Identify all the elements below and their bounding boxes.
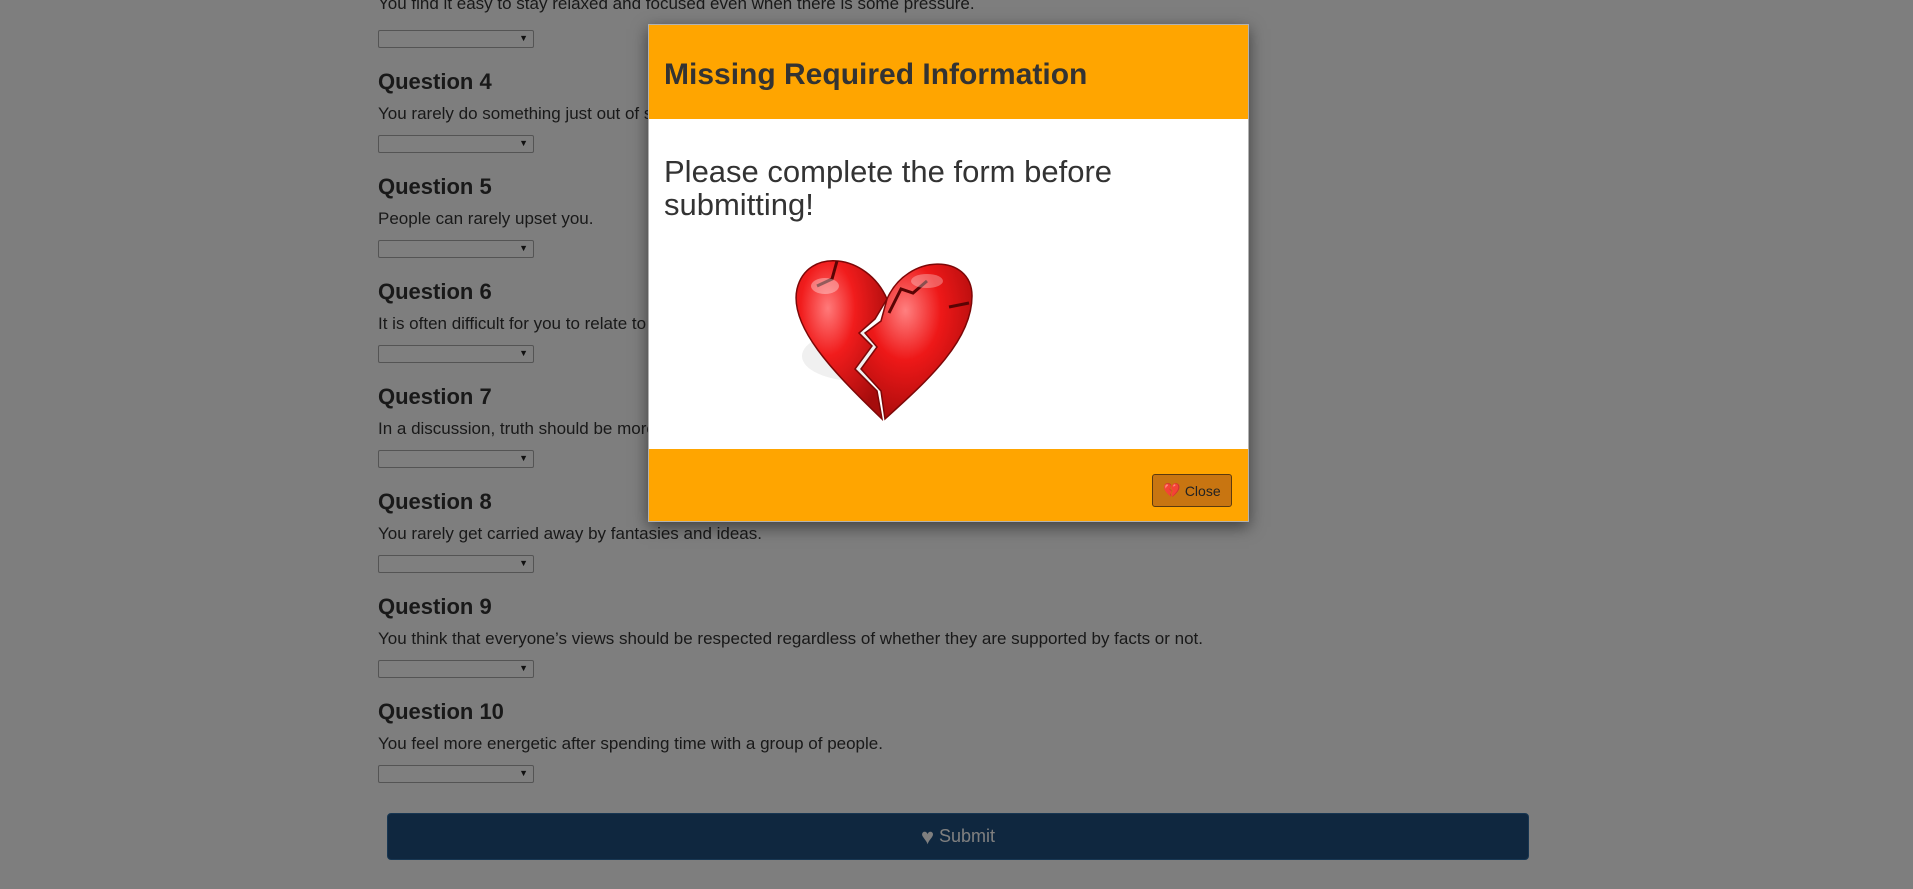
- modal-footer: 💔 Close: [649, 449, 1248, 521]
- modal-title: Missing Required Information: [664, 58, 1088, 91]
- close-button[interactable]: 💔 Close: [1152, 474, 1232, 507]
- modal-message: Please complete the form before submitti…: [664, 154, 1113, 222]
- missing-info-modal: Missing Required Information Please comp…: [648, 24, 1249, 522]
- broken-heart-illustration: [795, 259, 973, 422]
- broken-heart-icon: 💔: [1163, 482, 1181, 498]
- modal-body: Please complete the form before submitti…: [649, 119, 1248, 449]
- modal-header: Missing Required Information: [649, 25, 1248, 119]
- close-label: Close: [1184, 482, 1221, 499]
